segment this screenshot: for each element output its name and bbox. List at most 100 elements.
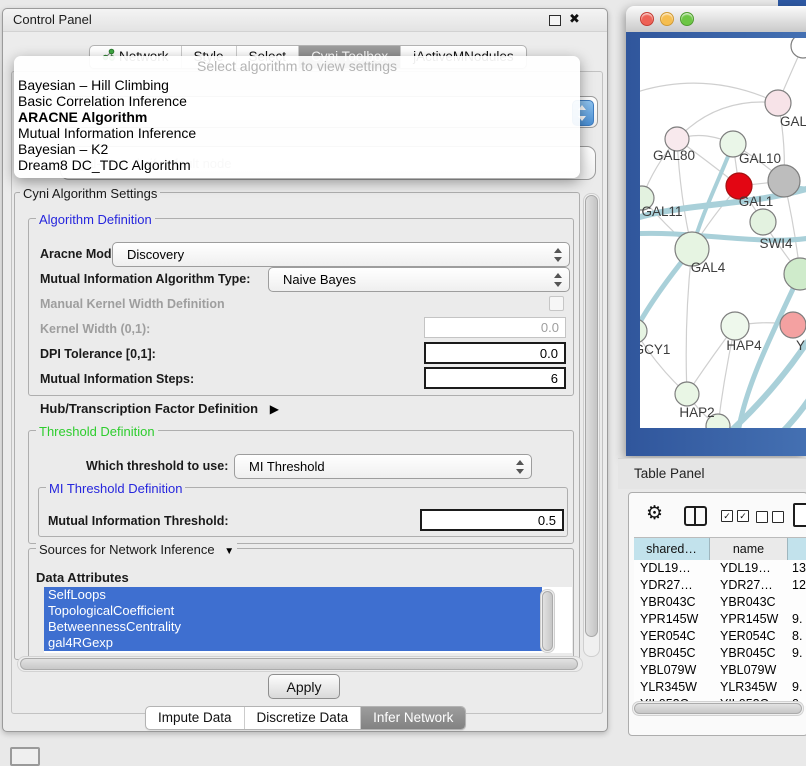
popup-item[interactable]: ARACNE Algorithm bbox=[14, 109, 580, 125]
network-node-label: HAP2 bbox=[679, 405, 714, 420]
deselect-all-checkboxes-icon[interactable] bbox=[756, 511, 784, 523]
zoom-traffic-light-icon[interactable] bbox=[680, 12, 694, 26]
combobox-stepper-icon bbox=[515, 460, 524, 474]
control-panel-titlebar: Control Panel ✖ bbox=[3, 9, 607, 32]
which-threshold-label: Which threshold to use: bbox=[86, 459, 228, 473]
table-cell: YBL079W bbox=[634, 662, 710, 679]
tab-impute-data[interactable]: Impute Data bbox=[146, 707, 244, 729]
mi-threshold-label: Mutual Information Threshold: bbox=[48, 514, 229, 528]
network-node[interactable] bbox=[765, 90, 791, 116]
hub-definition-expander[interactable]: Hub/Transcription Factor Definition ▶ bbox=[40, 401, 279, 416]
aracne-mode-combobox[interactable]: Discovery bbox=[112, 242, 570, 267]
table-cell: YDR27… bbox=[710, 577, 788, 594]
columns-icon[interactable] bbox=[684, 506, 707, 526]
combobox-stepper-icon bbox=[553, 273, 562, 287]
network-view-window: GALGAL80GAL10GAL1GAL11SWI4GAL4GCY1HAP4YH… bbox=[626, 6, 806, 456]
data-attributes-label: Data Attributes bbox=[36, 570, 129, 585]
table-cell: YLR345W bbox=[634, 679, 710, 696]
dpi-tolerance-input[interactable]: 0.0 bbox=[424, 342, 566, 364]
scrollbar-thumb[interactable] bbox=[634, 703, 802, 714]
network-node-label: GAL4 bbox=[691, 260, 726, 275]
popup-item[interactable]: Basic Correlation Inference bbox=[14, 93, 580, 109]
sources-group-title[interactable]: Sources for Network Inference ▼ bbox=[36, 542, 237, 557]
network-window-titlebar bbox=[626, 6, 806, 33]
network-node[interactable] bbox=[750, 209, 776, 235]
table-cell: YBL079W bbox=[710, 662, 788, 679]
table-row[interactable]: YBL079WYBL079W bbox=[634, 662, 806, 679]
table-row[interactable]: YER054CYER054C8. bbox=[634, 628, 806, 645]
popup-item[interactable]: Mutual Information Inference bbox=[14, 125, 580, 141]
network-node[interactable] bbox=[768, 165, 800, 197]
settings-horizontal-scrollbar[interactable] bbox=[17, 656, 583, 672]
attribute-list-item[interactable]: gal4RGexp bbox=[44, 635, 542, 651]
close-icon[interactable]: ✖ bbox=[569, 11, 580, 27]
network-graph[interactable]: GALGAL80GAL10GAL1GAL11SWI4GAL4GCY1HAP4YH… bbox=[640, 38, 806, 428]
network-node[interactable] bbox=[721, 312, 749, 340]
kernel-width-label: Kernel Width (0,1): bbox=[40, 322, 150, 336]
select-all-checkboxes-icon[interactable]: ✓ ✓ bbox=[721, 510, 749, 522]
attribute-list-item[interactable]: TopologicalCoefficient bbox=[44, 603, 542, 619]
table-row[interactable]: YBR043CYBR043C bbox=[634, 594, 806, 611]
unchecked-box-icon bbox=[756, 511, 768, 523]
checked-box-icon: ✓ bbox=[737, 510, 749, 522]
table-cell: YDL19… bbox=[710, 560, 788, 577]
column-header[interactable] bbox=[788, 538, 806, 560]
table-row[interactable]: YDR27…YDR27…12 bbox=[634, 577, 806, 594]
tab-label: Impute Data bbox=[158, 707, 232, 729]
network-node[interactable] bbox=[791, 38, 806, 58]
table-panel: ⚙ ✓ ✓ shared…name YDL19…YDL19…13YDR27…YD… bbox=[628, 492, 806, 736]
apply-button[interactable]: Apply bbox=[268, 674, 340, 699]
network-node[interactable] bbox=[784, 258, 806, 290]
scrollbar-thumb[interactable] bbox=[20, 658, 578, 670]
application-root: Control Panel ✖ NetworkStyleSelectCyni T… bbox=[0, 0, 806, 762]
table-row[interactable]: YPR145WYPR145W9. bbox=[634, 611, 806, 628]
attributes-list-scrollbar[interactable] bbox=[540, 589, 555, 653]
table-row[interactable]: YLR345WYLR345W9. bbox=[634, 679, 806, 696]
algorithm-definition-title: Algorithm Definition bbox=[36, 212, 155, 227]
table-horizontal-scrollbar[interactable] bbox=[632, 701, 804, 716]
manual-kernel-width-checkbox[interactable] bbox=[549, 296, 564, 311]
scrollbar-thumb[interactable] bbox=[585, 195, 598, 637]
hub-definition-label: Hub/Transcription Factor Definition bbox=[40, 401, 258, 416]
tab-discretize-data[interactable]: Discretize Data bbox=[244, 707, 361, 729]
column-header[interactable]: shared… bbox=[634, 538, 710, 560]
network-edge[interactable] bbox=[640, 83, 778, 103]
settings-vertical-scrollbar[interactable] bbox=[583, 193, 600, 657]
gear-icon[interactable]: ⚙ bbox=[646, 502, 663, 525]
minimize-traffic-light-icon[interactable] bbox=[660, 12, 674, 26]
network-canvas[interactable]: GALGAL80GAL10GAL1GAL11SWI4GAL4GCY1HAP4YH… bbox=[640, 38, 806, 428]
float-window-icon[interactable] bbox=[549, 15, 561, 26]
network-node[interactable] bbox=[675, 382, 699, 406]
table-row[interactable]: YBR045CYBR045C9. bbox=[634, 645, 806, 662]
table-cell bbox=[788, 594, 806, 611]
close-traffic-light-icon[interactable] bbox=[640, 12, 654, 26]
column-header[interactable]: name bbox=[710, 538, 788, 560]
network-node[interactable] bbox=[640, 319, 647, 343]
mi-algorithm-type-value: Naive Bayes bbox=[283, 268, 356, 291]
unchecked-box-icon bbox=[772, 511, 784, 523]
popup-item[interactable]: Dream8 DC_TDC Algorithm bbox=[14, 157, 580, 173]
tab-infer-network[interactable]: Infer Network bbox=[360, 707, 465, 729]
network-node[interactable] bbox=[780, 312, 806, 338]
network-node-label: Y bbox=[796, 338, 805, 353]
which-threshold-combobox[interactable]: MI Threshold bbox=[234, 454, 532, 479]
network-node-label: GAL10 bbox=[739, 151, 781, 166]
table-row[interactable]: YDL19…YDL19…13 bbox=[634, 560, 806, 577]
collapse-arrow-icon: ▼ bbox=[224, 546, 234, 557]
table-cell: 9. bbox=[788, 679, 806, 696]
popup-items: Bayesian – Hill ClimbingBasic Correlatio… bbox=[14, 77, 580, 173]
kernel-width-input[interactable]: 0.0 bbox=[424, 317, 566, 338]
attribute-list-item[interactable]: BetweennessCentrality bbox=[44, 619, 542, 635]
data-attributes-list[interactable]: SelfLoopsTopologicalCoefficientBetweenne… bbox=[44, 587, 572, 653]
document-icon[interactable] bbox=[793, 503, 806, 527]
minimized-panel-icon[interactable] bbox=[10, 747, 40, 766]
popup-item[interactable]: Bayesian – K2 bbox=[14, 141, 580, 157]
popup-item[interactable]: Bayesian – Hill Climbing bbox=[14, 77, 580, 93]
mi-threshold-input[interactable]: 0.5 bbox=[420, 509, 564, 531]
mi-algorithm-type-combobox[interactable]: Naive Bayes bbox=[268, 267, 570, 292]
attribute-list-item[interactable]: SelfLoops bbox=[44, 587, 542, 603]
scrollbar-thumb[interactable] bbox=[542, 591, 553, 651]
mi-steps-input[interactable]: 6 bbox=[424, 367, 566, 389]
table-cell: YDL19… bbox=[634, 560, 710, 577]
mi-algorithm-type-label: Mutual Information Algorithm Type: bbox=[40, 272, 250, 286]
